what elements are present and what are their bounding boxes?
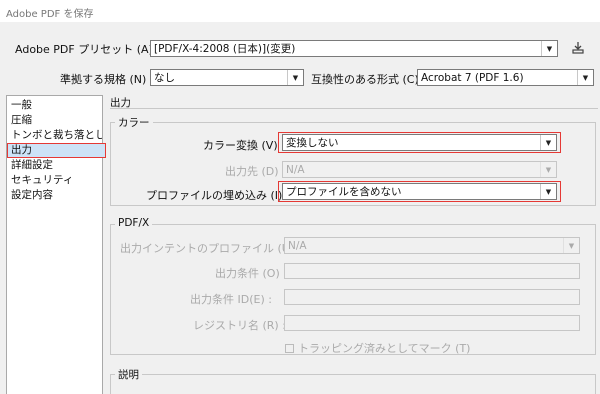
color-group-title: カラー bbox=[115, 115, 153, 130]
intent-value: N/A bbox=[288, 239, 307, 252]
trapped-checkbox-row[interactable]: トラッピング済みとしてマーク (T) bbox=[285, 340, 470, 356]
condition-id-label: 出力条件 ID(E) : bbox=[190, 293, 272, 306]
sidebar-item-general[interactable]: 一般 bbox=[7, 98, 102, 113]
compat-value: Acrobat 7 (PDF 1.6) bbox=[421, 71, 524, 84]
trapped-label: トラッピング済みとしてマーク (T) bbox=[298, 342, 471, 355]
condition-field[interactable] bbox=[284, 263, 580, 279]
condition-id-row: 出力条件 ID(E) : bbox=[190, 291, 272, 307]
sidebar-item-advanced[interactable]: 詳細設定 bbox=[7, 158, 102, 173]
profile-embed-select[interactable]: プロファイルを含めない ▼ bbox=[282, 183, 557, 200]
sidebar-item-summary[interactable]: 設定内容 bbox=[7, 188, 102, 203]
sidebar: 一般 圧縮 トンボと裁ち落とし 出力 詳細設定 セキュリティ 設定内容 bbox=[6, 95, 106, 394]
compat-select[interactable]: Acrobat 7 (PDF 1.6) ▼ bbox=[417, 69, 594, 86]
standards-label: 準拠する規格 (N) : bbox=[60, 73, 154, 86]
destination-label: 出力先 (D) : bbox=[225, 165, 286, 178]
standards-select[interactable]: なし ▼ bbox=[150, 69, 304, 86]
sidebar-item-output[interactable]: 出力 bbox=[7, 143, 106, 158]
intent-select[interactable]: N/A ▼ bbox=[284, 237, 580, 254]
preset-value: [PDF/X-4:2008 (日本)](変更) bbox=[154, 43, 296, 55]
condition-row: 出力条件 (O) : bbox=[215, 265, 287, 281]
compat-row: 互換性のある形式 (C) : bbox=[311, 71, 426, 87]
standards-value: なし bbox=[154, 72, 175, 84]
registry-label: レジストリ名 (R) : bbox=[193, 319, 286, 332]
registry-field[interactable] bbox=[284, 315, 580, 331]
condition-id-field[interactable] bbox=[284, 289, 580, 305]
chevron-down-icon: ▼ bbox=[287, 70, 303, 85]
section-header: 出力 bbox=[110, 95, 598, 109]
color-conversion-label: カラー変換 (V) : bbox=[203, 139, 285, 152]
pdfx-group-title: PDF/X bbox=[115, 217, 153, 229]
destination-value: N/A bbox=[286, 163, 305, 176]
description-group bbox=[110, 374, 596, 394]
profile-embed-value: プロファイルを含めない bbox=[286, 186, 402, 198]
color-conversion-value: 変換しない bbox=[286, 137, 339, 149]
registry-row: レジストリ名 (R) : bbox=[193, 317, 286, 333]
sidebar-item-compression[interactable]: 圧縮 bbox=[7, 113, 102, 128]
preset-label: Adobe PDF プリセット (A) : bbox=[15, 43, 161, 56]
profile-embed-row: プロファイルの埋め込み (I) : bbox=[146, 187, 290, 203]
chevron-down-icon: ▼ bbox=[541, 41, 557, 56]
destination-select[interactable]: N/A ▼ bbox=[282, 161, 557, 178]
window-title: Adobe PDF を保存 bbox=[0, 0, 600, 22]
sidebar-item-marks-bleeds[interactable]: トンボと裁ち落とし bbox=[7, 128, 102, 143]
trapped-checkbox[interactable] bbox=[285, 343, 294, 353]
description-group-title: 説明 bbox=[115, 367, 142, 382]
page-title: 出力 bbox=[110, 97, 131, 109]
chevron-down-icon: ▼ bbox=[540, 135, 556, 150]
chevron-down-icon: ▼ bbox=[563, 238, 579, 253]
destination-row: 出力先 (D) : bbox=[225, 163, 286, 179]
intent-label: 出力インテントのプロファイル (U) : bbox=[120, 242, 302, 255]
compat-label: 互換性のある形式 (C) : bbox=[311, 73, 426, 86]
preset-row: Adobe PDF プリセット (A) : bbox=[15, 41, 160, 57]
profile-embed-label: プロファイルの埋め込み (I) : bbox=[146, 189, 290, 202]
color-conversion-select[interactable]: 変換しない ▼ bbox=[282, 134, 557, 151]
color-conversion-row: カラー変換 (V) : bbox=[203, 137, 285, 153]
standards-row: 準拠する規格 (N) : bbox=[60, 71, 154, 87]
save-preset-icon[interactable] bbox=[571, 41, 585, 55]
intent-row: 出力インテントのプロファイル (U) : bbox=[120, 240, 301, 256]
condition-label: 出力条件 (O) : bbox=[215, 267, 287, 280]
chevron-down-icon: ▼ bbox=[577, 70, 593, 85]
sidebar-item-security[interactable]: セキュリティ bbox=[7, 173, 102, 188]
chevron-down-icon: ▼ bbox=[540, 162, 556, 177]
chevron-down-icon: ▼ bbox=[540, 184, 556, 199]
preset-select[interactable]: [PDF/X-4:2008 (日本)](変更) ▼ bbox=[150, 40, 558, 57]
